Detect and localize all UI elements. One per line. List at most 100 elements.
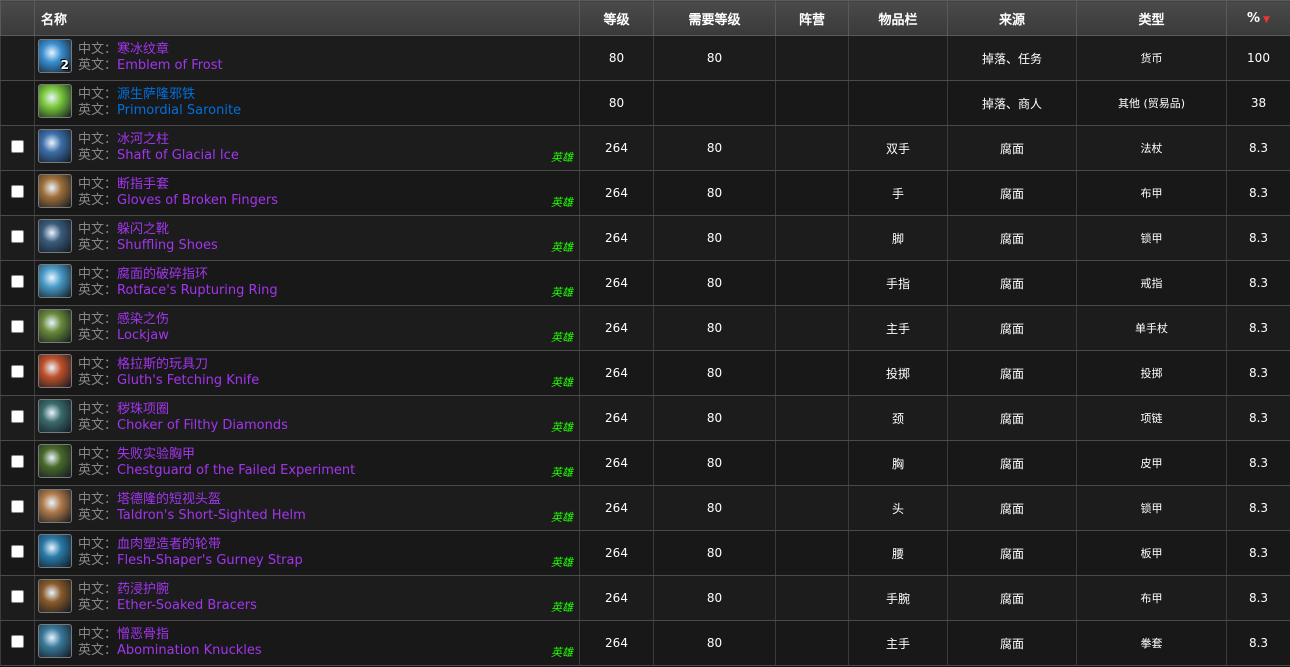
row-checkbox[interactable]: [11, 590, 24, 603]
level-cell: 264: [579, 215, 654, 261]
level-header[interactable]: 等级: [579, 0, 654, 36]
type-cell: 锁甲: [1076, 215, 1227, 261]
table-row[interactable]: 中文：血肉塑造者的轮带 英文：Flesh-Shaper's Gurney Str…: [0, 530, 1290, 576]
item-name-en[interactable]: Shaft of Glacial Ice: [117, 148, 239, 163]
item-name-en[interactable]: Shuffling Shoes: [117, 238, 218, 253]
item-name-en[interactable]: Taldron's Short-Sighted Helm: [117, 508, 306, 523]
source-cell[interactable]: 腐面: [947, 575, 1077, 621]
slot-header[interactable]: 物品栏: [848, 0, 948, 36]
table-row[interactable]: 中文：腐面的破碎指环 英文：Rotface's Rupturing Ring 英…: [0, 260, 1290, 306]
helm-icon[interactable]: [38, 489, 72, 523]
row-checkbox[interactable]: [11, 140, 24, 153]
table-row[interactable]: 中文：源生萨隆邪铁 英文：Primordial Saronite 80 掉落、商…: [0, 80, 1290, 126]
item-name-cn[interactable]: 冰河之柱: [117, 132, 169, 147]
row-checkbox[interactable]: [11, 230, 24, 243]
row-checkbox[interactable]: [11, 365, 24, 378]
source-cell[interactable]: 腐面: [947, 305, 1077, 351]
table-row[interactable]: 中文：格拉斯的玩具刀 英文：Gluth's Fetching Knife 英雄 …: [0, 350, 1290, 396]
item-name-cn[interactable]: 腐面的破碎指环: [117, 267, 208, 282]
item-name-cn[interactable]: 寒冰纹章: [117, 42, 169, 57]
item-name-cn[interactable]: 源生萨隆邪铁: [117, 87, 195, 102]
table-row[interactable]: 中文：塔德隆的短视头盔 英文：Taldron's Short-Sighted H…: [0, 485, 1290, 531]
required-level-header[interactable]: 需要等级: [653, 0, 776, 36]
item-name-en[interactable]: Choker of Filthy Diamonds: [117, 418, 288, 433]
source-cell[interactable]: 腐面: [947, 485, 1077, 531]
mace-icon[interactable]: [38, 309, 72, 343]
ring-icon[interactable]: [38, 264, 72, 298]
english-label: 英文：: [78, 463, 118, 478]
item-name-en[interactable]: Chestguard of the Failed Experiment: [117, 463, 355, 478]
percent-header[interactable]: % ▼: [1226, 0, 1290, 36]
item-name-cn[interactable]: 血肉塑造者的轮带: [117, 537, 221, 552]
item-name-en[interactable]: Emblem of Frost: [117, 58, 223, 73]
faction-cell: [775, 440, 849, 486]
staff-icon[interactable]: [38, 129, 72, 163]
bracers-icon[interactable]: [38, 579, 72, 613]
chest-icon[interactable]: [38, 444, 72, 478]
gloves-icon[interactable]: [38, 174, 72, 208]
row-checkbox[interactable]: [11, 545, 24, 558]
faction-header[interactable]: 阵营: [775, 0, 849, 36]
item-name-en[interactable]: Primordial Saronite: [117, 103, 241, 118]
item-name-cn[interactable]: 失败实验胸甲: [117, 447, 195, 462]
source-cell[interactable]: 腐面: [947, 440, 1077, 486]
source-cell[interactable]: 腐面: [947, 170, 1077, 216]
item-name-en[interactable]: Gluth's Fetching Knife: [117, 373, 259, 388]
necklace-icon[interactable]: [38, 399, 72, 433]
source-cell[interactable]: 腐面: [947, 215, 1077, 261]
table-row[interactable]: 中文：秽珠项圈 英文：Choker of Filthy Diamonds 英雄 …: [0, 395, 1290, 441]
knife-icon[interactable]: [38, 354, 72, 388]
row-checkbox[interactable]: [11, 185, 24, 198]
row-checkbox[interactable]: [11, 410, 24, 423]
item-name-en[interactable]: Gloves of Broken Fingers: [117, 193, 278, 208]
table-row[interactable]: 中文：断指手套 英文：Gloves of Broken Fingers 英雄 2…: [0, 170, 1290, 216]
source-cell[interactable]: 腐面: [947, 125, 1077, 171]
item-name-en[interactable]: Ether-Soaked Bracers: [117, 598, 257, 613]
source-cell[interactable]: 掉落、商人: [947, 80, 1077, 126]
saronite-icon[interactable]: [38, 84, 72, 118]
table-row[interactable]: 2 中文：寒冰纹章 英文：Emblem of Frost 80 80 掉落、任务…: [0, 35, 1290, 81]
name-header[interactable]: 名称: [34, 0, 580, 36]
emblem-icon[interactable]: 2: [38, 39, 72, 73]
item-name-en[interactable]: Flesh-Shaper's Gurney Strap: [117, 553, 303, 568]
item-name-cn[interactable]: 秽珠项圈: [117, 402, 169, 417]
type-cell: 货币: [1076, 35, 1227, 81]
required-level-cell: [653, 80, 776, 126]
item-name-cn[interactable]: 憎恶骨指: [117, 627, 169, 642]
item-name-cn[interactable]: 格拉斯的玩具刀: [117, 357, 208, 372]
row-checkbox[interactable]: [11, 320, 24, 333]
table-row[interactable]: 中文：憎恶骨指 英文：Abomination Knuckles 英雄 264 8…: [0, 620, 1290, 666]
source-cell[interactable]: 腐面: [947, 395, 1077, 441]
source-cell[interactable]: 腐面: [947, 620, 1077, 666]
heroic-badge: 英雄: [551, 466, 573, 479]
faction-cell: [775, 575, 849, 621]
heroic-badge: 英雄: [551, 196, 573, 209]
source-cell[interactable]: 腐面: [947, 530, 1077, 576]
item-name-cn[interactable]: 药浸护腕: [117, 582, 169, 597]
item-name-cn[interactable]: 感染之伤: [117, 312, 169, 327]
table-row[interactable]: 中文：药浸护腕 英文：Ether-Soaked Bracers 英雄 264 8…: [0, 575, 1290, 621]
source-cell[interactable]: 掉落、任务: [947, 35, 1077, 81]
table-row[interactable]: 中文：感染之伤 英文：Lockjaw 英雄 264 80 主手 腐面 单手杖 8…: [0, 305, 1290, 351]
item-name-cn[interactable]: 躲闪之靴: [117, 222, 169, 237]
boots-icon[interactable]: [38, 219, 72, 253]
table-row[interactable]: 中文：躲闪之靴 英文：Shuffling Shoes 英雄 264 80 脚 腐…: [0, 215, 1290, 261]
item-name-cn[interactable]: 断指手套: [117, 177, 169, 192]
required-level-cell: 80: [653, 485, 776, 531]
item-name-cn[interactable]: 塔德隆的短视头盔: [117, 492, 221, 507]
source-header[interactable]: 来源: [947, 0, 1077, 36]
table-row[interactable]: 中文：失败实验胸甲 英文：Chestguard of the Failed Ex…: [0, 440, 1290, 486]
source-cell[interactable]: 腐面: [947, 350, 1077, 396]
row-checkbox[interactable]: [11, 635, 24, 648]
knuckles-icon[interactable]: [38, 624, 72, 658]
belt-icon[interactable]: [38, 534, 72, 568]
type-header[interactable]: 类型: [1076, 0, 1227, 36]
row-checkbox[interactable]: [11, 455, 24, 468]
source-cell[interactable]: 腐面: [947, 260, 1077, 306]
row-checkbox[interactable]: [11, 275, 24, 288]
item-name-en[interactable]: Lockjaw: [117, 328, 169, 343]
item-name-en[interactable]: Abomination Knuckles: [117, 643, 262, 658]
item-name-en[interactable]: Rotface's Rupturing Ring: [117, 283, 278, 298]
table-row[interactable]: 中文：冰河之柱 英文：Shaft of Glacial Ice 英雄 264 8…: [0, 125, 1290, 171]
row-checkbox[interactable]: [11, 500, 24, 513]
